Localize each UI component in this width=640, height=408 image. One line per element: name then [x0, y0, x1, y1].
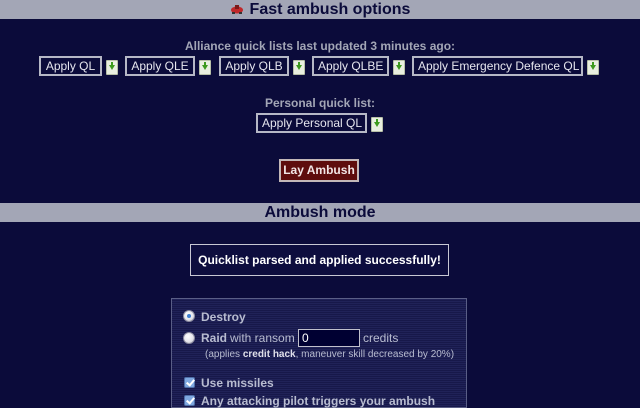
raid-label: Raid — [201, 331, 228, 345]
raid-radio[interactable] — [183, 332, 195, 344]
destroy-radio[interactable] — [183, 310, 195, 322]
personal-caption: Personal quick list: — [264, 96, 376, 110]
success-message: Quicklist parsed and applied successfull… — [190, 244, 449, 276]
credits-label: credits — [363, 331, 399, 345]
download-qle-icon[interactable] — [199, 60, 211, 75]
apply-qle-button[interactable]: Apply QLE — [125, 56, 195, 76]
apply-personal-ql-button[interactable]: Apply Personal QL — [256, 113, 367, 133]
apply-ql-button[interactable]: Apply QL — [39, 56, 102, 76]
download-personal-ql-icon[interactable] — [371, 117, 383, 132]
apply-emergency-defence-ql-button[interactable]: Apply Emergency Defence QL — [412, 56, 583, 76]
fast-ambush-header: Fast ambush options — [0, 0, 640, 19]
use-missiles-label: Use missiles — [201, 376, 274, 390]
any-pilot-triggers-label: Any attacking pilot triggers your ambush — [201, 394, 436, 408]
raid-note: (applies credit hack, maneuver skill dec… — [205, 349, 455, 360]
ransom-input[interactable] — [298, 329, 360, 347]
apply-qlbe-button[interactable]: Apply QLBE — [312, 56, 389, 76]
use-missiles-checkbox[interactable] — [184, 377, 195, 388]
alliance-caption: Alliance quick lists last updated 3 minu… — [184, 39, 456, 53]
ambush-mode-header: Ambush mode — [0, 203, 640, 222]
any-pilot-triggers-checkbox[interactable] — [184, 395, 195, 406]
fast-ambush-title: Fast ambush options — [249, 1, 411, 18]
download-emergency-defence-ql-icon[interactable] — [587, 60, 599, 75]
download-qlbe-icon[interactable] — [393, 60, 405, 75]
raid-with-ransom-label: with ransom — [230, 331, 295, 345]
download-ql-icon[interactable] — [106, 60, 118, 75]
destroy-label: Destroy — [201, 310, 246, 324]
download-qlb-icon[interactable] — [293, 60, 305, 75]
apply-qlb-button[interactable]: Apply QLB — [219, 56, 289, 76]
ship-icon — [230, 4, 243, 14]
lay-ambush-button[interactable]: Lay Ambush — [279, 159, 359, 182]
